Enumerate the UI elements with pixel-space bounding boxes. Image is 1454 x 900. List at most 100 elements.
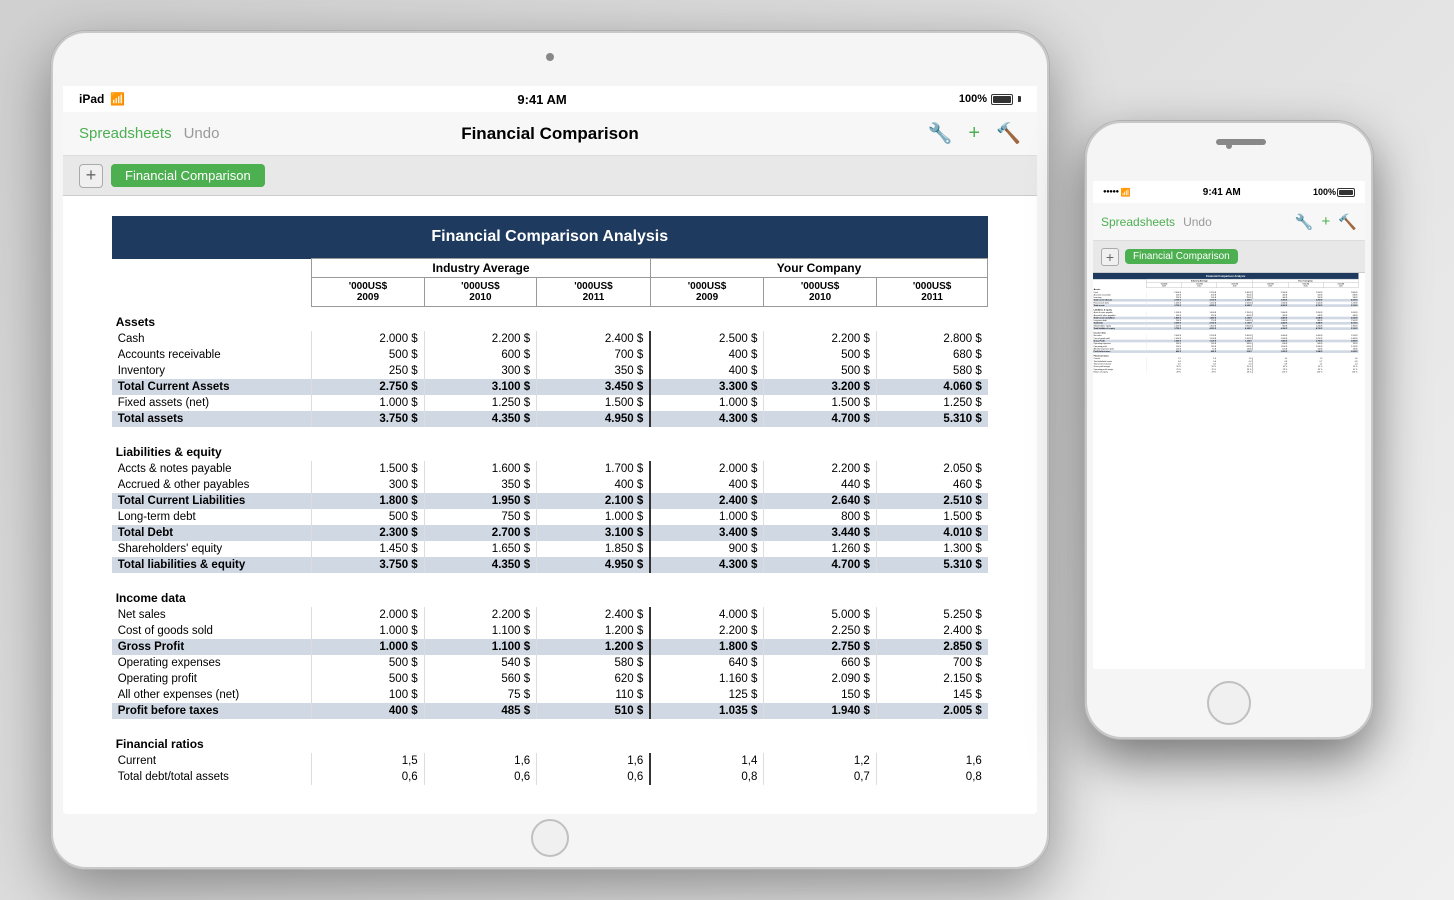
wrench-icon[interactable]: 🔨 [996, 121, 1021, 146]
row-label: Fixed assets (net) [112, 395, 312, 411]
data-cell: 75 $ [424, 687, 536, 703]
active-tab[interactable]: Financial Comparison [111, 164, 265, 187]
add-tab-button[interactable]: + [79, 164, 103, 188]
table-row: Income data [112, 583, 988, 607]
data-cell: 460 $ [876, 477, 987, 493]
tools-icon[interactable]: 🔧 [928, 121, 953, 146]
data-cell: 350 $ [537, 363, 651, 379]
table-row-bold: Total liabilities & equity 3.750 $ 4.350… [112, 557, 988, 573]
table-row-bold: Total Current Liabilities 1.800 $ 1.950 … [112, 493, 988, 509]
data-cell: 1.850 $ [537, 541, 651, 557]
wifi-icon: 📶 [110, 92, 125, 106]
row-label: Total Current Liabilities [112, 493, 312, 509]
row-label: Inventory [112, 363, 312, 379]
iphone-signal: ●●●●● 📶 [1103, 188, 1131, 197]
iphone-wrench-icon[interactable]: 🔨 [1338, 213, 1357, 231]
ind-col-2010: '000US$2010 [424, 278, 536, 307]
company-header: Your Company [650, 259, 988, 278]
data-cell: 4.700 $ [764, 411, 876, 427]
data-cell: 5.310 $ [876, 557, 987, 573]
data-cell: 4.060 $ [876, 379, 987, 395]
iphone-time: 9:41 AM [1203, 187, 1241, 198]
iphone-add-tab-button[interactable]: + [1101, 248, 1119, 266]
iphone-mini-table: Financial Comparison Analysis Industry A… [1093, 273, 1359, 373]
ipad-toolbar: Spreadsheets Undo Financial Comparison 🔧… [63, 112, 1037, 156]
scene: iPad 📶 9:41 AM 100% Spreadsheets Undo [0, 0, 1454, 900]
row-label: Total assets [112, 411, 312, 427]
iphone-tools-icon[interactable]: 🔧 [1295, 213, 1314, 231]
data-cell: 1.200 $ [537, 623, 651, 639]
data-cell: 4.300 $ [650, 557, 764, 573]
data-cell: 2.200 $ [424, 607, 536, 623]
data-cell: 1,5 [312, 753, 424, 769]
battery-percent: 100% [959, 93, 987, 105]
spreadsheets-back-button[interactable]: Spreadsheets [79, 125, 172, 142]
row-label: Cash [112, 331, 312, 347]
data-cell: 1,6 [424, 753, 536, 769]
data-cell: 2.090 $ [764, 671, 876, 687]
row-label: Operating profit [112, 671, 312, 687]
ind-col-2009: '000US$2009 [312, 278, 424, 307]
row-label: Profit before taxes [112, 703, 312, 719]
data-cell: 400 $ [312, 703, 424, 719]
ipad-home-button[interactable] [531, 819, 569, 857]
data-cell: 400 $ [537, 477, 651, 493]
data-cell: 2.750 $ [764, 639, 876, 655]
iphone-speaker [1216, 139, 1266, 145]
data-cell: 510 $ [537, 703, 651, 719]
spreadsheet-content: Financial Comparison Analysis Industry A… [63, 196, 1037, 792]
data-cell: 2.400 $ [537, 331, 651, 347]
ipad-toolbar-left: Spreadsheets Undo [79, 125, 315, 142]
data-cell: 3.100 $ [424, 379, 536, 395]
data-cell: 1.100 $ [424, 639, 536, 655]
data-cell: 1.000 $ [312, 623, 424, 639]
data-cell: 400 $ [650, 363, 764, 379]
data-cell: 1.260 $ [764, 541, 876, 557]
data-cell: 0,6 [424, 769, 536, 785]
iphone-active-tab[interactable]: Financial Comparison [1125, 249, 1238, 264]
iphone-spreadsheet-preview: Financial Comparison Analysis Industry A… [1093, 273, 1365, 613]
data-cell: 750 $ [424, 509, 536, 525]
table-row-bold: Total assets 3.750 $ 4.350 $ 4.950 $ 4.3… [112, 411, 988, 427]
table-row: Liabilities & equity [112, 437, 988, 461]
comp-col-2010: '000US$2010 [764, 278, 876, 307]
iphone-status-bar: ●●●●● 📶 9:41 AM 100% [1093, 181, 1365, 203]
data-cell: 2.100 $ [537, 493, 651, 509]
table-row: Current 1,5 1,6 1,6 1,4 1,2 1,6 [112, 753, 988, 769]
data-cell: 5.250 $ [876, 607, 987, 623]
iphone-camera [1226, 143, 1232, 149]
table-row: Financial ratios [112, 729, 988, 753]
spacer-row [112, 719, 988, 729]
data-cell: 700 $ [537, 347, 651, 363]
ipad-device-label: iPad [79, 92, 104, 106]
row-label: Current [112, 753, 312, 769]
data-cell: 3.750 $ [312, 557, 424, 573]
add-icon[interactable]: + [968, 122, 980, 145]
iphone-undo-button[interactable]: Undo [1183, 215, 1212, 229]
iphone-home-button[interactable] [1207, 681, 1251, 725]
iphone-add-icon[interactable]: + [1322, 213, 1331, 230]
data-cell: 2.000 $ [312, 607, 424, 623]
data-cell: 500 $ [312, 509, 424, 525]
data-cell: 2.750 $ [312, 379, 424, 395]
row-label: Gross Profit [112, 639, 312, 655]
table-row: Fixed assets (net) 1.000 $ 1.250 $ 1.500… [112, 395, 988, 411]
table-row: Accounts receivable 500 $ 600 $ 700 $ 40… [112, 347, 988, 363]
data-cell: 145 $ [876, 687, 987, 703]
spacer-row [112, 427, 988, 437]
row-label: Operating expenses [112, 655, 312, 671]
year-header-row: '000US$2009 '000US$2010 '000US$2011 '000… [112, 278, 988, 307]
data-cell: 680 $ [876, 347, 987, 363]
data-cell: 1.500 $ [764, 395, 876, 411]
iphone-device: ●●●●● 📶 9:41 AM 100% Spreadsheets Undo 🔧… [1084, 120, 1374, 740]
undo-button[interactable]: Undo [184, 125, 220, 142]
row-label: Accrued & other payables [112, 477, 312, 493]
iphone-spreadsheets-back[interactable]: Spreadsheets [1101, 215, 1175, 229]
data-cell: 500 $ [312, 655, 424, 671]
data-cell: 2.300 $ [312, 525, 424, 541]
table-row-bold: Total Current Assets 2.750 $ 3.100 $ 3.4… [112, 379, 988, 395]
row-label: Shareholders' equity [112, 541, 312, 557]
data-cell: 1.300 $ [876, 541, 987, 557]
row-label: Total Current Assets [112, 379, 312, 395]
table-row: Operating expenses 500 $ 540 $ 580 $ 640… [112, 655, 988, 671]
